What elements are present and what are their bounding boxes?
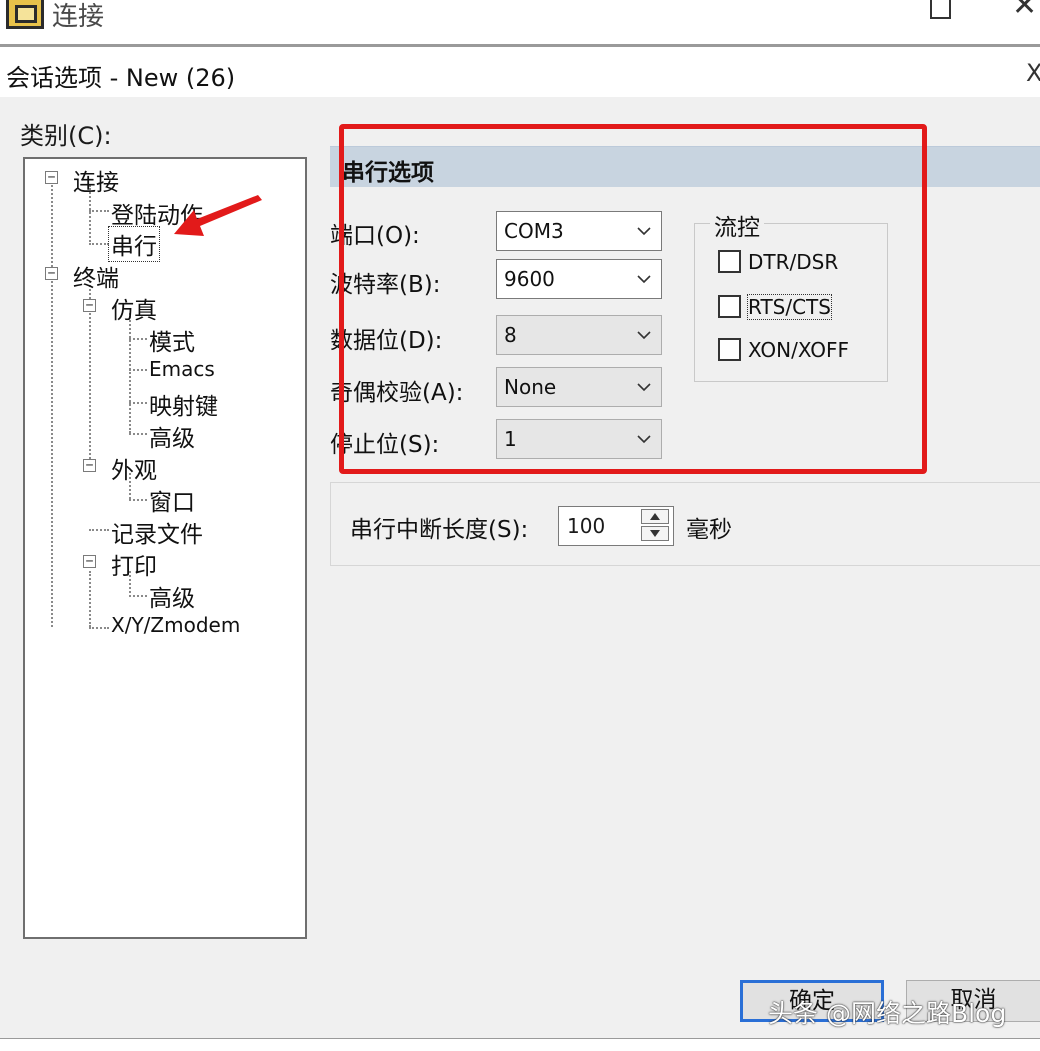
break-length-spinner[interactable]: 100 (558, 506, 674, 546)
dialog-close-icon[interactable]: X (1026, 59, 1040, 87)
tree-item-connection[interactable]: 连接 (73, 163, 119, 197)
tree-item-xyzmodem[interactable]: X/Y/Zmodem (111, 613, 240, 637)
tree-item-appearance[interactable]: 外观 (111, 451, 157, 485)
outer-window-title: 连接 (52, 2, 105, 32)
tree-item-emulation[interactable]: 仿真 (111, 291, 157, 325)
maximize-icon[interactable] (930, 0, 951, 19)
bottom-strip (0, 1038, 1040, 1051)
tree-item-printing[interactable]: 打印 (111, 547, 157, 581)
tree-toggle-printing[interactable]: − (83, 555, 96, 568)
break-length-label: 串行中断长度(S): (350, 517, 529, 543)
spin-up-icon[interactable] (641, 509, 669, 524)
tree-item-emacs[interactable]: Emacs (149, 357, 215, 381)
tree-item-window[interactable]: 窗口 (149, 483, 195, 517)
tree-toggle-appearance[interactable]: − (83, 459, 96, 472)
category-label: 类别(C): (20, 122, 112, 150)
tree-toggle-emulation[interactable]: − (83, 299, 96, 312)
tree-item-modes[interactable]: 模式 (149, 323, 195, 357)
dialog-titlebar: 会话选项 - New (26) X (0, 47, 1040, 97)
category-tree[interactable]: − 连接 登陆动作 串行 − 终端 − 仿真 模式 Emacs 映射键 高级 −… (23, 157, 307, 939)
annotation-highlight-box (339, 124, 927, 474)
annotation-arrow-icon (174, 195, 262, 236)
tree-toggle-connection[interactable]: − (45, 171, 58, 184)
tree-item-log-file[interactable]: 记录文件 (111, 515, 203, 549)
watermark: 头条 @网络之路Blog (768, 999, 1007, 1028)
tree-toggle-terminal[interactable]: − (45, 267, 58, 280)
tree-item-advanced-printing[interactable]: 高级 (149, 579, 195, 613)
dialog-title: 会话选项 - New (26) (6, 64, 236, 92)
close-icon[interactable]: ✕ (1012, 0, 1037, 23)
break-length-unit: 毫秒 (686, 517, 732, 543)
app-icon (6, 0, 44, 29)
break-length-value: 100 (567, 514, 606, 538)
outer-window-titlebar: 连接 ✕ (0, 0, 1040, 47)
spin-down-icon[interactable] (641, 526, 669, 541)
tree-item-mapped-keys[interactable]: 映射键 (149, 387, 218, 421)
tree-item-advanced-emulation[interactable]: 高级 (149, 419, 195, 453)
tree-item-terminal[interactable]: 终端 (73, 259, 119, 293)
tree-item-serial[interactable]: 串行 (108, 226, 160, 262)
